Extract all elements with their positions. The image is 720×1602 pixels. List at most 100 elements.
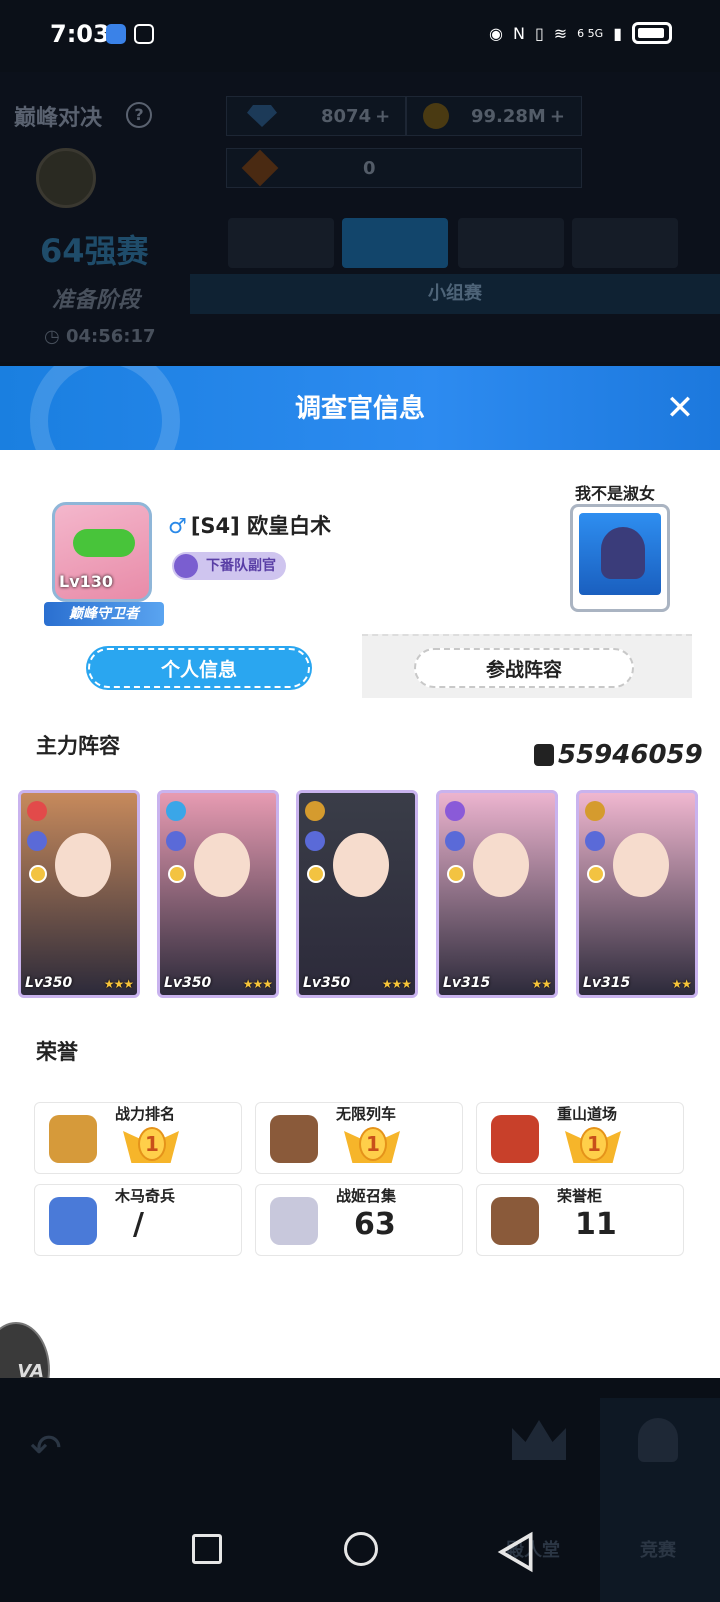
cabinet-icon: [491, 1197, 539, 1245]
player-level: Lv130: [59, 572, 114, 591]
system-nav-bar: [0, 1500, 720, 1602]
bg-tab-3[interactable]: [458, 218, 564, 268]
class-icon: [305, 831, 325, 851]
guild-emblem[interactable]: [570, 504, 670, 612]
medal-rank: 1: [359, 1127, 387, 1161]
rank-icon: [168, 865, 186, 883]
train-icon: [270, 1115, 318, 1163]
wifi-icon: ≋: [553, 23, 568, 43]
undo-icon[interactable]: ↶: [30, 1426, 62, 1470]
app-notification-icon: [106, 24, 126, 44]
element-icon: [166, 801, 186, 821]
status-bar: 7:03 ◉ N ▯ ≋ 6 5G ▮: [0, 0, 720, 72]
back-icon[interactable]: [494, 1530, 538, 1574]
bg-tab-2[interactable]: [342, 218, 448, 268]
help-icon[interactable]: ?: [126, 102, 152, 128]
fist-icon: [534, 744, 554, 766]
ticket-amount: 0: [363, 157, 376, 179]
hero-portrait: [55, 833, 111, 897]
hand-notification-icon: [134, 24, 154, 44]
status-indicators: ◉ N ▯ ≋ 6 5G ▮: [489, 22, 672, 44]
hero-level: Lv350: [164, 975, 212, 991]
class-icon: [585, 831, 605, 851]
tab-battle-lineup[interactable]: 参战阵容: [414, 648, 634, 688]
rank-icon: [307, 865, 325, 883]
phase-label: 准备阶段: [52, 288, 141, 313]
honor-item[interactable]: 木马奇兵 /: [34, 1184, 242, 1256]
title-badge-text: 下番队副官: [206, 558, 276, 574]
vibrate-icon: ▯: [534, 23, 544, 43]
mode-title: 巅峰对决: [14, 106, 103, 131]
rank-icon: [29, 865, 47, 883]
sword-tab-icon[interactable]: [638, 1418, 678, 1462]
hero-stars: ★★★: [242, 977, 273, 991]
element-icon: [27, 801, 47, 821]
honor-value: 11: [575, 1207, 617, 1242]
ticket-icon: [241, 149, 279, 187]
signal-label: 6 5G: [577, 26, 604, 40]
hero-card[interactable]: Lv350 ★★★: [18, 790, 140, 998]
medal-rank: 1: [580, 1127, 608, 1161]
hero-level: Lv350: [303, 975, 351, 991]
class-icon: [166, 831, 186, 851]
honor-item[interactable]: 战姬召集 63: [255, 1184, 463, 1256]
hero-portrait: [473, 833, 529, 897]
tab-personal-info[interactable]: 个人信息: [88, 648, 310, 688]
honor-label: 战姬召集: [336, 1187, 397, 1205]
honor-item[interactable]: 荣誉柜 11: [476, 1184, 684, 1256]
hero-card[interactable]: Lv315 ★★: [436, 790, 558, 998]
countdown-timer: ◷ 04:56:17: [44, 326, 156, 347]
drum-icon: [491, 1115, 539, 1163]
player-title-badge: 下番队副官: [172, 552, 286, 580]
hooded-figure-icon: [601, 527, 645, 579]
chess-knight-icon: [49, 1197, 97, 1245]
hero-stars: ★★: [531, 977, 551, 991]
guild-name: 我不是淑女: [575, 484, 656, 503]
add-diamond-icon[interactable]: +: [375, 106, 390, 127]
gold-resource: 99.28M +: [406, 96, 582, 136]
eye-icon: ◉: [489, 23, 503, 43]
hero-portrait: [194, 833, 250, 897]
crown-emblem-icon: [36, 148, 96, 208]
title-emblem-icon: [174, 554, 198, 578]
honor-title: 荣誉: [36, 1040, 78, 1064]
hero-card[interactable]: Lv315 ★★: [576, 790, 698, 998]
hero-stars: ★★★: [103, 977, 134, 991]
frog-mask-icon: [73, 529, 135, 557]
group-stage-label: 小组赛: [190, 274, 720, 314]
recent-apps-icon[interactable]: [192, 1534, 222, 1564]
investigator-info-modal: 调查官信息 ✕ Lv130 巅峰守卫者 ♂ [S4] 欧皇白术 下番队副官 我不是…: [0, 366, 720, 1378]
add-gold-icon[interactable]: +: [550, 106, 565, 127]
fist-icon: [49, 1115, 97, 1163]
lineup-title: 主力阵容: [36, 734, 120, 758]
diamond-icon: [247, 105, 277, 127]
crown-tab-icon[interactable]: [512, 1420, 566, 1460]
hero-portrait: [613, 833, 669, 897]
honor-item[interactable]: 无限列车 1: [255, 1102, 463, 1174]
diamond-resource: 8074 +: [226, 96, 406, 136]
hero-card[interactable]: Lv350 ★★★: [157, 790, 279, 998]
hero-level: Lv315: [583, 975, 631, 991]
bg-tab-1[interactable]: [228, 218, 334, 268]
player-name: ♂ [S4] 欧皇白术: [168, 510, 331, 540]
stage-label: 64强赛: [40, 232, 149, 270]
gold-medal-icon: 1: [123, 1121, 179, 1167]
diamond-amount: 8074: [321, 105, 372, 127]
bg-tab-4[interactable]: [572, 218, 678, 268]
close-icon[interactable]: ✕: [660, 388, 700, 428]
info-tabs: 个人信息 参战阵容: [28, 634, 692, 698]
medal-rank: 1: [138, 1127, 166, 1161]
home-icon[interactable]: [344, 1532, 378, 1566]
hero-card[interactable]: Lv350 ★★★: [296, 790, 418, 998]
honor-item[interactable]: 重山道场 1: [476, 1102, 684, 1174]
status-time: 7:03: [50, 20, 110, 48]
hero-stars: ★★: [671, 977, 691, 991]
hero-stars: ★★★: [381, 977, 412, 991]
player-avatar[interactable]: Lv130: [52, 502, 152, 602]
gold-amount: 99.28M: [471, 105, 546, 127]
gold-coin-icon: [423, 103, 449, 129]
rank-icon: [447, 865, 465, 883]
ticket-resource: 0: [226, 148, 582, 188]
honor-item[interactable]: 战力排名 1: [34, 1102, 242, 1174]
male-icon: ♂: [168, 514, 187, 538]
